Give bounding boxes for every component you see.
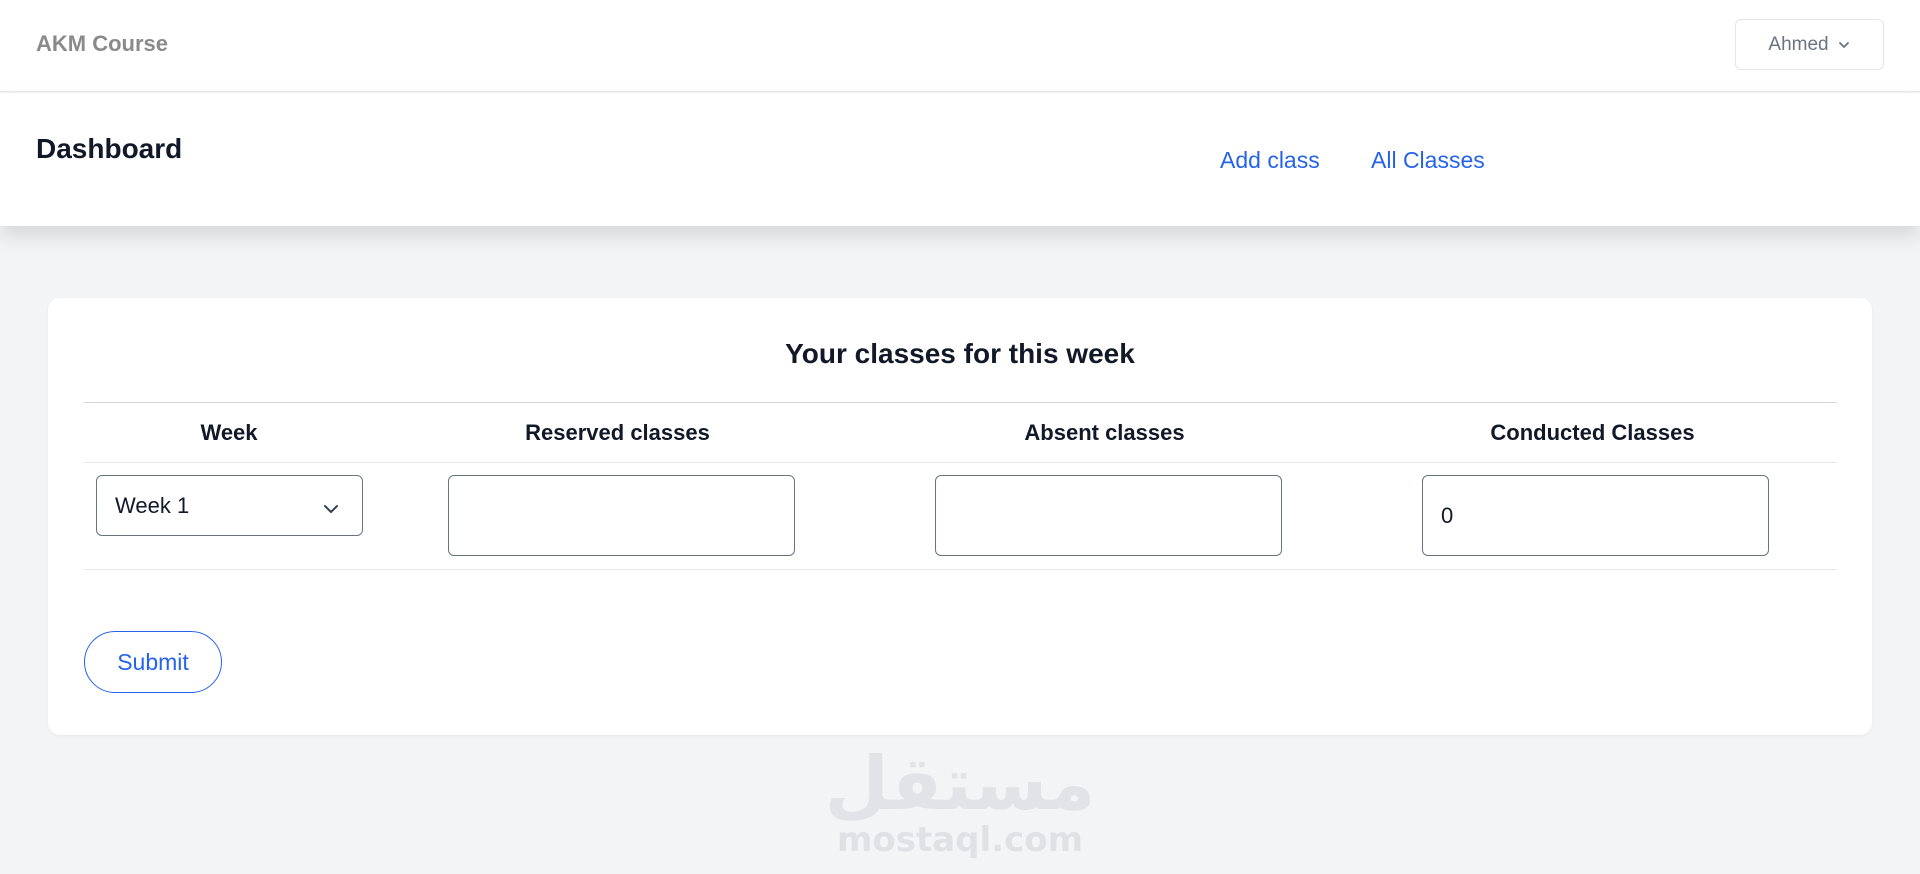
table-row: Week 1 <box>84 463 1837 570</box>
page-title: Dashboard <box>36 133 183 164</box>
absent-classes-input[interactable] <box>935 475 1282 556</box>
classes-table: Week Reserved classes Absent classes Con… <box>84 402 1837 570</box>
all-classes-link[interactable]: All Classes <box>1371 147 1485 174</box>
user-name: Ahmed <box>1768 33 1829 55</box>
watermark-latin: mostaql.com <box>836 820 1084 860</box>
column-header-conducted: Conducted Classes <box>1490 420 1695 445</box>
conducted-classes-input[interactable] <box>1422 475 1769 556</box>
column-header-week: Week <box>200 420 258 445</box>
reserved-classes-input[interactable] <box>448 475 795 556</box>
add-class-link[interactable]: Add class <box>1220 147 1320 174</box>
submit-button[interactable]: Submit <box>84 631 222 693</box>
week-select-value: Week 1 <box>115 492 190 518</box>
chevron-down-icon <box>322 498 340 524</box>
column-header-reserved: Reserved classes <box>525 420 710 445</box>
table-header-row: Week Reserved classes Absent classes Con… <box>84 402 1837 463</box>
card-title: Your classes for this week <box>785 338 1135 369</box>
user-menu-button[interactable]: Ahmed <box>1735 19 1884 70</box>
column-header-absent: Absent classes <box>1024 420 1185 445</box>
weekly-classes-card: Your classes for this week Week Reserved… <box>48 298 1872 735</box>
watermark-arabic: مستقل <box>824 741 1096 827</box>
week-select[interactable]: Week 1 <box>96 475 363 536</box>
brand-logo[interactable]: AKM Course <box>36 31 168 57</box>
dashboard-header: Dashboard Add class All Classes <box>0 93 1920 226</box>
chevron-down-icon <box>1837 38 1851 52</box>
top-navbar: AKM Course Ahmed <box>0 0 1920 92</box>
watermark: مستقل mostaql.com <box>820 741 1100 860</box>
